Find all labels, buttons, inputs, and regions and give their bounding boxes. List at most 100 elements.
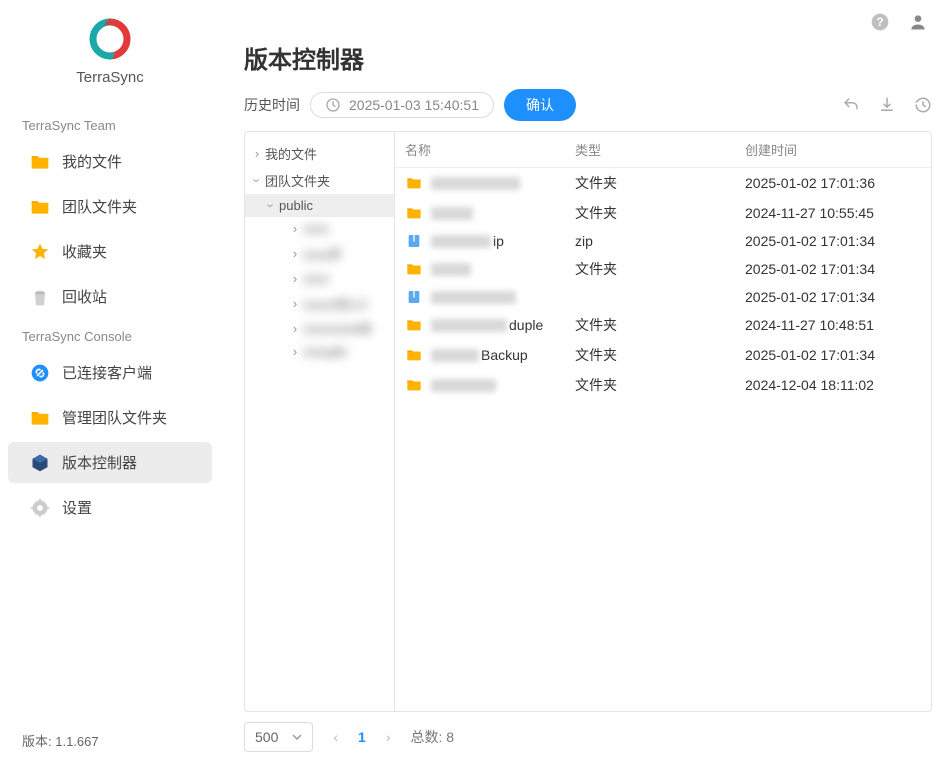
pager-next[interactable]: › <box>380 725 397 749</box>
pager-current[interactable]: 1 <box>358 729 366 745</box>
download-icon[interactable] <box>878 96 896 114</box>
chevron-down-icon <box>292 732 302 742</box>
folder-icon <box>30 408 50 428</box>
table-row[interactable]: 文件夹2024-12-04 18:11:02 <box>395 370 931 400</box>
cell-created: 2025-01-02 17:01:34 <box>745 233 921 249</box>
chevron-right-icon: › <box>289 271 301 286</box>
cell-created: 2025-01-02 17:01:34 <box>745 289 921 305</box>
folder-icon <box>405 175 423 191</box>
confirm-button[interactable]: 确认 <box>504 89 576 121</box>
folder-icon <box>30 152 50 172</box>
nav-label: 回收站 <box>62 286 107 307</box>
nav-label: 已连接客户端 <box>62 362 152 383</box>
sidebar-item-team-folders[interactable]: 团队文件夹 <box>8 186 212 227</box>
sidebar-item-manage-team-folders[interactable]: 管理团队文件夹 <box>8 397 212 438</box>
trash-icon <box>30 287 50 307</box>
nav-label: 版本控制器 <box>62 452 137 473</box>
main-pane: ? 版本控制器 历史时间 2025-01-03 15:40:51 确认 ›我的文… <box>220 0 952 764</box>
tree-node-child[interactable]: ›xxxx <box>245 217 394 240</box>
table-header: 名称 类型 创建时间 <box>395 132 931 168</box>
table-row[interactable]: 文件夹2024-11-27 10:55:45 <box>395 198 931 228</box>
cube-icon <box>30 453 50 473</box>
table-row[interactable]: duple文件夹2024-11-27 10:48:51 <box>395 310 931 340</box>
page-size-select[interactable]: 500 <box>244 722 313 752</box>
cell-type: 文件夹 <box>575 259 745 279</box>
link-icon <box>30 363 50 383</box>
cell-created: 2025-01-02 17:01:36 <box>745 175 921 191</box>
gear-icon <box>30 498 50 518</box>
sidebar-item-favorites[interactable]: 收藏夹 <box>8 231 212 272</box>
tree-node-child[interactable]: ›xxxuple <box>245 340 394 363</box>
nav-label: 团队文件夹 <box>62 196 137 217</box>
timestamp-input[interactable]: 2025-01-03 15:40:51 <box>310 92 494 118</box>
folder-icon <box>405 347 423 363</box>
nav-label: 收藏夹 <box>62 241 107 262</box>
tree-node-my-files[interactable]: ›我的文件 <box>245 140 394 167</box>
pager: 500 ‹ 1 › 总数: 8 <box>244 712 932 756</box>
cell-created: 2024-12-04 18:11:02 <box>745 377 921 393</box>
user-icon[interactable] <box>908 12 928 32</box>
page-title: 版本控制器 <box>244 40 932 75</box>
cell-type: 文件夹 <box>575 173 745 193</box>
table-row[interactable]: 2025-01-02 17:01:34 <box>395 284 931 310</box>
nav-label: 管理团队文件夹 <box>62 407 167 428</box>
pager-prev[interactable]: ‹ <box>327 725 344 749</box>
table-row[interactable]: 文件夹2025-01-02 17:01:34 <box>395 254 931 284</box>
table-row[interactable]: 文件夹2025-01-02 17:01:36 <box>395 168 931 198</box>
tree-node-child[interactable]: ›xxxxxxzedB <box>245 317 394 340</box>
chevron-right-icon: › <box>251 146 263 161</box>
nav-label: 我的文件 <box>62 151 122 172</box>
sidebar: TerraSync TerraSync Team 我的文件 团队文件夹 收藏夹 … <box>0 0 220 764</box>
tree-node-child[interactable]: ›xxxx <box>245 267 394 290</box>
col-created: 创建时间 <box>745 140 921 159</box>
cell-created: 2025-01-02 17:01:34 <box>745 347 921 363</box>
chevron-right-icon: › <box>289 321 301 336</box>
version-label: 版本: 1.1.667 <box>0 717 220 764</box>
sidebar-item-trash[interactable]: 回收站 <box>8 276 212 317</box>
folder-icon <box>405 377 423 393</box>
star-icon <box>30 242 50 262</box>
cell-type: 文件夹 <box>575 375 745 395</box>
cell-type: 文件夹 <box>575 203 745 223</box>
cell-type: 文件夹 <box>575 345 745 365</box>
table-row[interactable]: Backup文件夹2025-01-02 17:01:34 <box>395 340 931 370</box>
folder-icon <box>30 197 50 217</box>
col-type: 类型 <box>575 140 745 159</box>
tree-node-child[interactable]: ›xxxxx份2.0 <box>245 290 394 317</box>
sidebar-item-version-control[interactable]: 版本控制器 <box>8 442 212 483</box>
timestamp-value: 2025-01-03 15:40:51 <box>349 97 479 113</box>
chevron-right-icon: › <box>289 246 301 261</box>
history-icon[interactable] <box>914 96 932 114</box>
svg-text:?: ? <box>876 16 883 29</box>
folder-icon <box>405 205 423 221</box>
sidebar-item-connected-clients[interactable]: 已连接客户端 <box>8 352 212 393</box>
cell-created: 2024-11-27 10:55:45 <box>745 205 921 221</box>
zip-icon <box>405 289 423 305</box>
chevron-down-icon: › <box>264 200 279 212</box>
sidebar-item-my-files[interactable]: 我的文件 <box>8 141 212 182</box>
tree-node-team-folders[interactable]: ›团队文件夹 <box>245 167 394 194</box>
zip-icon <box>405 233 423 249</box>
sidebar-section-console: TerraSync Console <box>0 319 220 350</box>
tree-node-child[interactable]: ›xxxx步 <box>245 240 394 267</box>
sidebar-item-settings[interactable]: 设置 <box>8 487 212 528</box>
cell-type: zip <box>575 233 745 249</box>
clock-icon <box>325 97 341 113</box>
col-name: 名称 <box>405 140 575 159</box>
pager-total: 总数: 8 <box>411 727 455 747</box>
content-box: ›我的文件 ›团队文件夹 ›public ›xxxx ›xxxx步 ›xxxx … <box>244 131 932 712</box>
folder-icon <box>405 317 423 333</box>
chevron-right-icon: › <box>289 221 301 236</box>
undo-icon[interactable] <box>842 96 860 114</box>
chevron-down-icon: › <box>250 175 265 187</box>
topbar: ? <box>244 12 932 38</box>
chevron-right-icon: › <box>289 344 301 359</box>
cell-created: 2024-11-27 10:48:51 <box>745 317 921 333</box>
table-row[interactable]: ipzip2025-01-02 17:01:34 <box>395 228 931 254</box>
tree-pane: ›我的文件 ›团队文件夹 ›public ›xxxx ›xxxx步 ›xxxx … <box>245 132 395 711</box>
tree-node-public[interactable]: ›public <box>245 194 394 217</box>
app-logo-block: TerraSync <box>0 18 220 86</box>
app-logo-icon <box>89 18 131 60</box>
table-body: 文件夹2025-01-02 17:01:36文件夹2024-11-27 10:5… <box>395 168 931 400</box>
help-icon[interactable]: ? <box>870 12 890 32</box>
